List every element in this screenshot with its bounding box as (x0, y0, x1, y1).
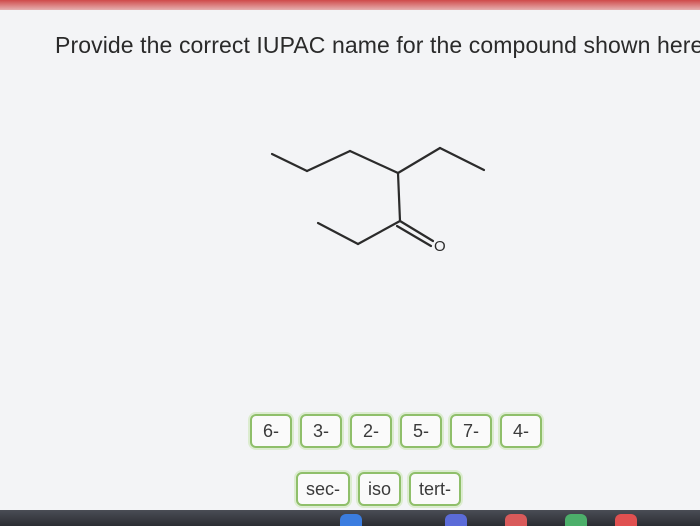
locant-button-4[interactable]: 4- (500, 414, 542, 448)
molecule-structure: O (270, 146, 486, 255)
prefix-button-iso[interactable]: iso (358, 472, 402, 506)
question-text: Provide the correct IUPAC name for the c… (55, 32, 700, 58)
bond (270, 152, 309, 173)
locant-button-5[interactable]: 5- (400, 414, 442, 448)
locant-button-3[interactable]: 3- (300, 414, 342, 448)
bond (348, 149, 400, 175)
prefix-button-tert[interactable]: tert- (409, 472, 462, 506)
locant-button-2[interactable]: 2- (350, 414, 392, 448)
prefix-button-sec[interactable]: sec- (296, 472, 351, 506)
prefix-button-row: sec- iso tert- (296, 472, 462, 506)
oxygen-label: O (434, 238, 446, 255)
app-icon[interactable] (615, 514, 637, 526)
bond (396, 171, 402, 223)
bond (305, 149, 352, 173)
browser-top-strip (0, 0, 700, 10)
bond (396, 146, 442, 175)
bond (356, 219, 402, 246)
locant-button-6[interactable]: 6- (250, 414, 292, 448)
app-icon[interactable] (565, 514, 587, 526)
app-icon[interactable] (445, 514, 467, 526)
bond (316, 221, 360, 246)
app-icon[interactable] (340, 514, 362, 526)
app-icon[interactable] (505, 514, 527, 526)
locant-button-row: 6- 3- 2- 5- 7- 4- (250, 414, 542, 448)
question-page: Provide the correct IUPAC name for the c… (0, 10, 700, 510)
bond (438, 146, 486, 172)
locant-button-7[interactable]: 7- (450, 414, 492, 448)
